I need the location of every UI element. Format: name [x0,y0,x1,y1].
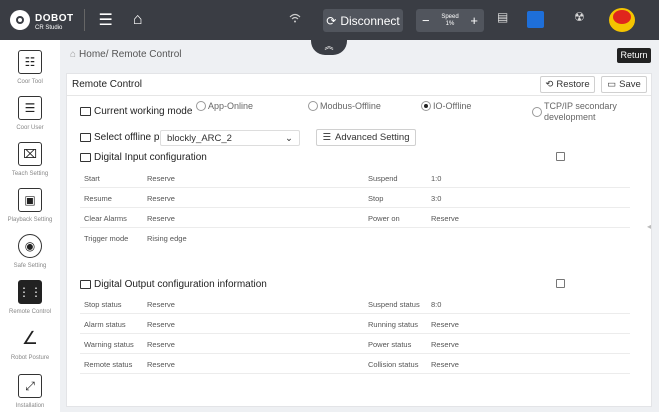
hamburger-icon[interactable]: ☰ [95,10,117,30]
panel-toggle-button[interactable] [527,11,544,28]
home-icon[interactable]: ⌂ [70,49,76,60]
sidebar-item-installation[interactable]: ⤢ Installation [0,374,60,409]
refresh-icon: ⟳ [326,13,337,28]
logo-main-text: DOBOT [35,13,74,24]
restore-icon: ⟲ [545,79,554,90]
radio-icon [308,101,318,111]
table-row: Alarm status Reserve Running status Reserv… [80,314,630,334]
edit-input-icon[interactable] [556,152,565,161]
installation-icon: ⤢ [18,374,42,398]
robot-posture-icon: ∠ [18,326,42,350]
sidebar: ☷ Coor Tool ☰ Coor User ⌧ Teach Setting … [0,40,60,412]
sidebar-item-coor-tool[interactable]: ☷ Coor Tool [0,50,60,85]
table-row: Resume Reserve Stop 3:0 [80,188,630,208]
offline-project-select[interactable]: blockly_ARC_2 ⌄ [160,130,300,146]
speed-control: − Speed 1% + [416,9,484,32]
edit-output-icon[interactable] [556,279,565,288]
monitor-icon [80,107,91,116]
mode-tcpip[interactable]: TCP/IP secondary development [532,101,624,123]
table-row: Clear Alarms Reserve Power on Reserve [80,208,630,228]
coordinate-user-icon: ☰ [18,96,42,120]
monitor-icon [80,133,91,142]
disconnect-button[interactable]: ⟳ Disconnect [323,9,403,32]
speed-increase-button[interactable]: + [470,13,478,28]
config-icon [80,280,91,289]
emergency-stop-button[interactable] [609,8,635,32]
coordinate-tool-icon: ☷ [18,50,42,74]
sidebar-item-remote-control[interactable]: ⋮⋮ Remote Control [0,280,60,315]
table-row: Stop status Reserve Suspend status 8:0 [80,294,630,314]
mode-modbus-offline[interactable]: Modbus-Offline [308,101,381,111]
chevron-down-icon: ⌄ [285,132,293,144]
table-row: Start Reserve Suspend 1:0 [80,168,630,188]
sliders-icon: ☰ [322,132,332,143]
speed-value: 1% [445,20,455,27]
mode-io-offline[interactable]: IO-Offline [421,101,471,111]
breadcrumb-home[interactable]: Home/ [79,49,108,60]
log-icon[interactable]: ▤ [497,10,508,24]
table-row: Warning status Reserve Power status Reserv… [80,334,630,354]
save-icon: ▭ [607,79,617,90]
config-icon [80,153,91,162]
working-mode-label: Current working mode [80,106,192,117]
divider [83,9,85,31]
table-row: Remote status Reserve Collision status Res… [80,354,630,374]
sidebar-item-safe-setting[interactable]: ◉ Safe Setting [0,234,60,269]
save-button[interactable]: ▭ Save [601,76,647,93]
mode-app-online[interactable]: App-Online [196,101,253,111]
alarm-icon[interactable]: ☢ [574,10,585,24]
panel-title: Remote Control [72,79,143,90]
logo-icon [10,10,30,30]
safe-setting-icon: ◉ [18,234,42,258]
radio-checked-icon [421,101,431,111]
sidebar-item-robot-posture[interactable]: ∠ Robot Posture [0,326,60,361]
logo: DOBOT CR Studio [10,9,74,31]
restore-button[interactable]: ⟲ Restore [540,76,595,93]
home-icon[interactable]: ⌂ [127,11,149,29]
logo-sub-text: CR Studio [35,25,63,31]
remote-control-icon: ⋮⋮ [18,280,42,304]
wifi-icon [289,12,301,26]
return-button[interactable]: Return [617,48,651,63]
breadcrumb: ⌂ Home/Remote Control [70,49,182,60]
table-row: Trigger mode Rising edge [84,234,187,243]
radio-icon [196,101,206,111]
radio-icon [532,107,542,117]
panel-header: Remote Control ⟲ Restore ▭ Save [67,74,651,96]
speed-label: Speed [441,13,459,20]
breadcrumb-current: Remote Control [111,49,182,60]
playback-setting-icon: ▣ [18,188,42,212]
speed-decrease-button[interactable]: − [422,13,430,28]
sidebar-item-coor-user[interactable]: ☰ Coor User [0,96,60,131]
collapse-handle[interactable]: ︽ [311,40,347,55]
digital-output-title: Digital Output configuration information [80,279,267,290]
scroll-handle[interactable]: ◂ [647,222,651,231]
sidebar-item-playback-setting[interactable]: ▣ Playback Setting [0,188,60,223]
sidebar-item-teach-setting[interactable]: ⌧ Teach Setting [0,142,60,177]
advanced-setting-button[interactable]: ☰ Advanced Setting [316,129,416,146]
digital-input-title: Digital Input configuration [80,152,207,163]
teach-setting-icon: ⌧ [18,142,42,166]
